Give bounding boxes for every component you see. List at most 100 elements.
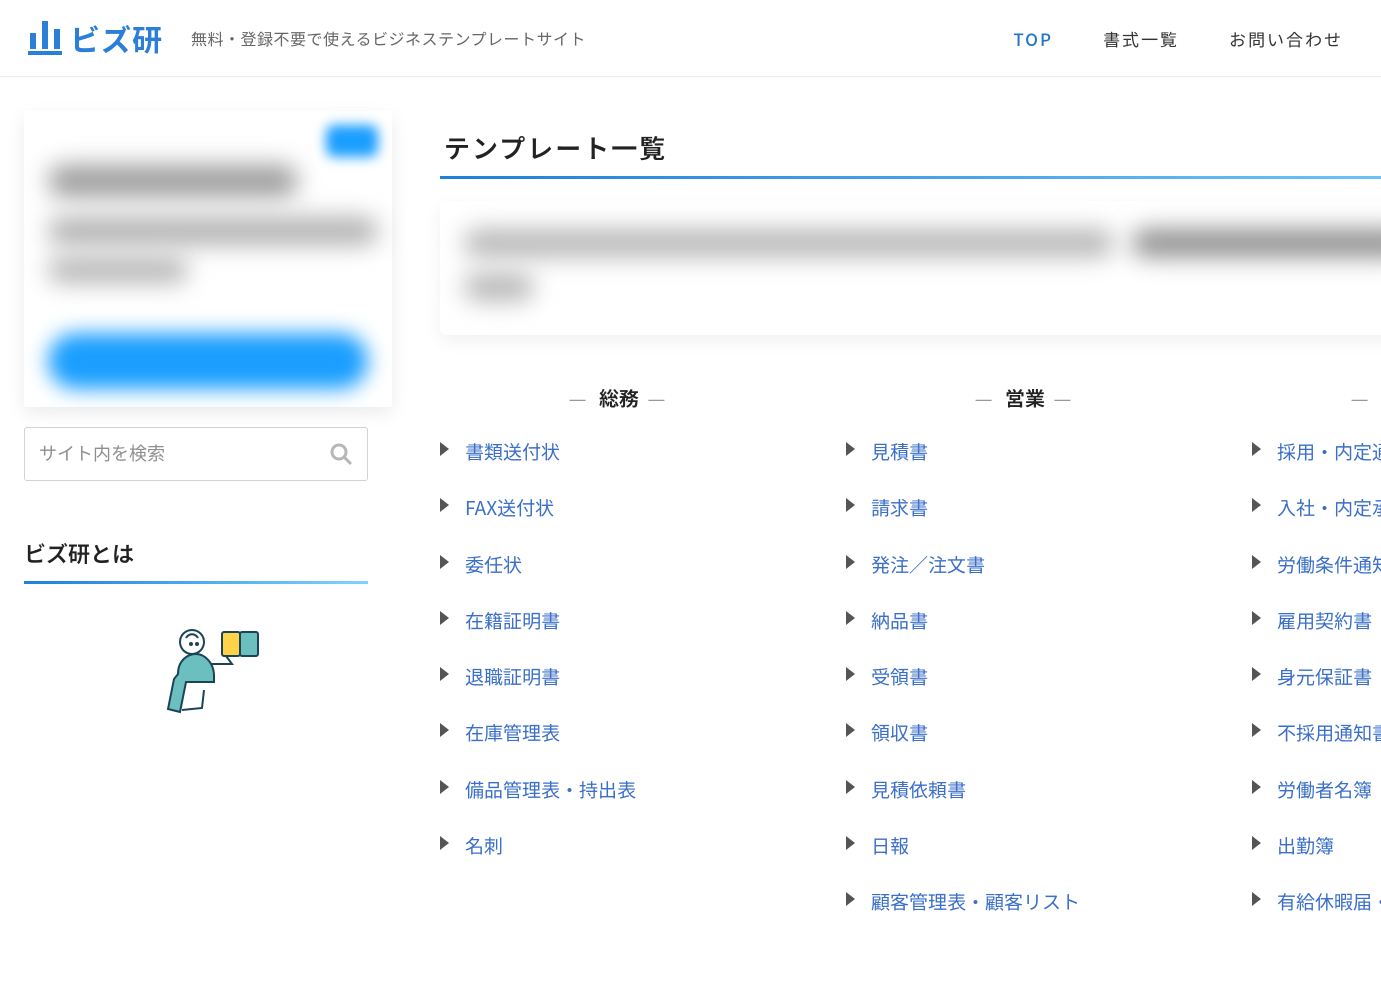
template-label: 退職証明書 <box>465 661 560 693</box>
arrow-icon <box>440 555 449 569</box>
template-link[interactable]: FAX送付状 <box>440 492 798 524</box>
arrow-icon <box>846 498 855 512</box>
category-heading: — 営業 — <box>846 383 1204 412</box>
arrow-icon <box>846 611 855 625</box>
arrow-icon <box>1252 892 1261 906</box>
tagline: 無料・登録不要で使えるビジネステンプレートサイト <box>191 26 586 50</box>
category-columns: — 総務 — 書類送付状 FAX送付状委任状在籍証明書退職証明書在庫管理表備品管理表… <box>440 375 1381 943</box>
template-link[interactable]: 在籍証明書 <box>440 605 798 637</box>
template-link[interactable]: 労働条件通知書 <box>1252 549 1381 581</box>
arrow-icon <box>1252 555 1261 569</box>
primary-nav: TOP 書式一覧 お問い合わせ <box>1013 26 1343 51</box>
about-heading: ビズ研とは <box>24 537 368 569</box>
search-icon <box>329 442 353 466</box>
template-label: 在籍証明書 <box>465 605 560 637</box>
template-link[interactable]: 納品書 <box>846 605 1204 637</box>
template-link[interactable]: 顧客管理表・顧客リスト <box>846 886 1204 918</box>
template-label: 発注／注文書 <box>871 549 985 581</box>
search-input[interactable] <box>39 444 323 465</box>
template-label: 労働条件通知書 <box>1277 549 1381 581</box>
template-label: 委任状 <box>465 549 522 581</box>
arrow-icon <box>846 836 855 850</box>
template-link[interactable]: 委任状 <box>440 549 798 581</box>
template-label: 日報 <box>871 830 909 862</box>
about-illustration <box>24 614 392 734</box>
promo-banner[interactable] <box>440 201 1381 335</box>
template-label: 労働者名簿 <box>1277 774 1372 806</box>
template-link[interactable]: 出勤簿 <box>1252 830 1381 862</box>
template-label: 顧客管理表・顧客リスト <box>871 886 1080 918</box>
page: ビズ研とは テンプレート一覧 <box>0 77 1381 983</box>
template-label: 在庫管理表 <box>465 717 560 749</box>
category-list: 採用・内定通知書入社・内定承諾書労働条件通知書雇用契約書身元保証書不採用通知書労… <box>1252 436 1381 919</box>
template-link[interactable]: 書類送付状 <box>440 436 798 468</box>
template-label: 不採用通知書 <box>1277 717 1381 749</box>
template-label: 請求書 <box>871 492 928 524</box>
template-link[interactable]: 請求書 <box>846 492 1204 524</box>
category-col: — 人事・労務 — 採用・内定通知書入社・内定承諾書労働条件通知書雇用契約書身元保… <box>1252 375 1381 943</box>
template-label: 有給休暇届・申請書 <box>1277 886 1381 918</box>
template-label: FAX送付状 <box>465 492 554 524</box>
arrow-icon <box>846 555 855 569</box>
template-link[interactable]: 身元保証書 <box>1252 661 1381 693</box>
template-link[interactable]: 雇用契約書 <box>1252 605 1381 637</box>
arrow-icon <box>846 892 855 906</box>
template-link[interactable]: 入社・内定承諾書 <box>1252 492 1381 524</box>
arrow-icon <box>1252 611 1261 625</box>
template-label: 入社・内定承諾書 <box>1277 492 1381 524</box>
arrow-icon <box>1252 723 1261 737</box>
arrow-icon <box>440 723 449 737</box>
nav-top[interactable]: TOP <box>1013 26 1053 51</box>
arrow-icon <box>440 498 449 512</box>
main-underline <box>440 176 1381 179</box>
template-label: 納品書 <box>871 605 928 637</box>
category-list: 見積書請求書発注／注文書納品書受領書領収書見積依頼書日報顧客管理表・顧客リスト <box>846 436 1204 919</box>
main-heading: テンプレート一覧 <box>444 129 1381 166</box>
template-link[interactable]: 名刺 <box>440 830 798 862</box>
nav-contact[interactable]: お問い合わせ <box>1229 26 1343 51</box>
template-link[interactable]: 見積書 <box>846 436 1204 468</box>
category-heading: — 人事・労務 — <box>1252 383 1381 412</box>
template-label: 書類送付状 <box>465 436 560 468</box>
arrow-icon <box>846 442 855 456</box>
template-label: 雇用契約書 <box>1277 605 1372 637</box>
search-box[interactable] <box>24 427 368 481</box>
template-link[interactable]: 領収書 <box>846 717 1204 749</box>
template-link[interactable]: 見積依頼書 <box>846 774 1204 806</box>
arrow-icon <box>1252 836 1261 850</box>
arrow-icon <box>1252 667 1261 681</box>
template-link[interactable]: 備品管理表・持出表 <box>440 774 798 806</box>
main: テンプレート一覧 — 総務 — 書類送付状 FAX送付状委任状在籍証明書退職証明書在… <box>422 111 1381 943</box>
template-label: 名刺 <box>465 830 503 862</box>
arrow-icon <box>846 667 855 681</box>
template-label: 出勤簿 <box>1277 830 1334 862</box>
sidebar: ビズ研とは <box>0 111 392 943</box>
template-link[interactable]: 採用・内定通知書 <box>1252 436 1381 468</box>
nav-formats[interactable]: 書式一覧 <box>1103 26 1179 51</box>
category-heading: — 総務 — <box>440 383 798 412</box>
about-underline <box>24 581 368 584</box>
template-label: 採用・内定通知書 <box>1277 436 1381 468</box>
sidebar-ad[interactable] <box>24 111 392 407</box>
template-link[interactable]: 不採用通知書 <box>1252 717 1381 749</box>
template-link[interactable]: 退職証明書 <box>440 661 798 693</box>
template-link[interactable]: 受領書 <box>846 661 1204 693</box>
category-list: 書類送付状 FAX送付状委任状在籍証明書退職証明書在庫管理表備品管理表・持出表名刺 <box>440 436 798 862</box>
arrow-icon <box>440 780 449 794</box>
template-link[interactable]: 労働者名簿 <box>1252 774 1381 806</box>
template-label: 領収書 <box>871 717 928 749</box>
arrow-icon <box>1252 498 1261 512</box>
brand-link[interactable]: ビズ研 <box>24 16 163 60</box>
template-link[interactable]: 発注／注文書 <box>846 549 1204 581</box>
header: ビズ研 無料・登録不要で使えるビジネステンプレートサイト TOP 書式一覧 お問… <box>0 0 1381 77</box>
template-label: 身元保証書 <box>1277 661 1372 693</box>
arrow-icon <box>440 836 449 850</box>
arrow-icon <box>846 723 855 737</box>
template-link[interactable]: 有給休暇届・申請書 <box>1252 886 1381 918</box>
template-link[interactable]: 在庫管理表 <box>440 717 798 749</box>
template-link[interactable]: 日報 <box>846 830 1204 862</box>
template-label: 見積依頼書 <box>871 774 966 806</box>
category-col: — 営業 — 見積書請求書発注／注文書納品書受領書領収書見積依頼書日報顧客管理表・… <box>846 375 1204 943</box>
bar-chart-icon <box>24 19 64 57</box>
template-label: 見積書 <box>871 436 928 468</box>
